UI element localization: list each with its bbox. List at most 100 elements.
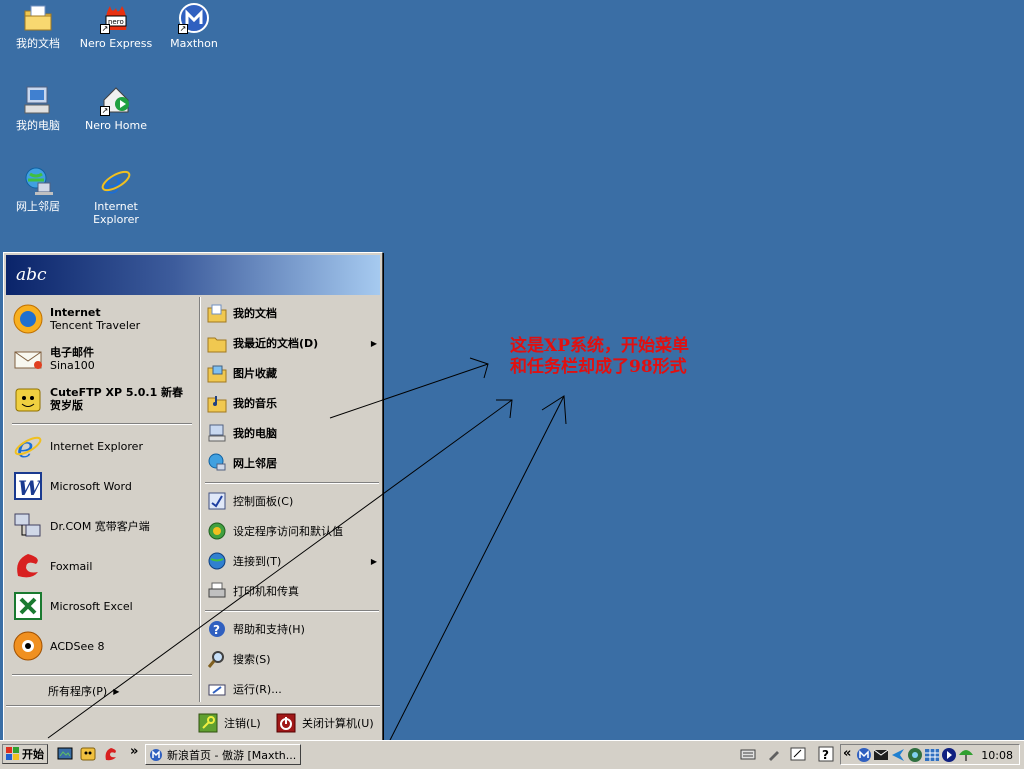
logoff-button[interactable]: 注销(L) — [198, 711, 261, 735]
svg-text:W: W — [18, 476, 43, 500]
left-separator — [12, 674, 192, 676]
desktop-icon-my-computer[interactable]: 我的电脑 — [0, 84, 76, 132]
desktop-icon-label: 我的文档 — [16, 37, 60, 50]
right-item-printers[interactable]: 打印机和传真 — [207, 579, 299, 603]
right-item-program-access[interactable]: 设定程序访问和默认值 — [207, 519, 343, 543]
right-item-network[interactable]: 网上邻居 — [207, 451, 277, 475]
start-button[interactable]: 开始 — [2, 744, 48, 764]
right-item-label: 网上邻居 — [233, 457, 277, 470]
right-separator — [205, 482, 379, 484]
folder-docs-icon — [207, 303, 227, 323]
pinned-email[interactable]: 电子邮件 Sina100 — [12, 343, 95, 375]
all-programs[interactable]: 所有程序(P) ▶ — [48, 683, 119, 699]
power-icon — [276, 713, 296, 733]
right-item-control-panel[interactable]: 控制面板(C) — [207, 489, 293, 513]
right-item-label: 控制面板(C) — [233, 495, 294, 508]
recent-program-label: Microsoft Word — [50, 479, 132, 493]
help-icon[interactable]: ? — [818, 746, 834, 762]
qq-icon[interactable] — [80, 746, 96, 762]
ie-icon: e — [12, 430, 44, 464]
foxmail-icon — [12, 550, 44, 582]
start-menu-user-name: abc — [6, 255, 380, 295]
desktop-icon-internet-explorer[interactable]: e Internet Explorer — [78, 165, 154, 226]
clock[interactable]: 10:08 — [981, 749, 1013, 762]
recent-program[interactable]: Microsoft Excel — [12, 590, 133, 622]
start-menu-left-pane: Internet Tencent Traveler 电子邮件 Sina100 Cut… — [6, 297, 196, 702]
right-item-run[interactable]: 运行(R)... — [207, 677, 282, 701]
arrow-right-icon: ▶ — [370, 556, 377, 566]
shortcut-arrow-icon: ↗ — [100, 24, 110, 34]
input-method-icon[interactable] — [790, 746, 806, 762]
right-item-label: 我的文档 — [233, 307, 277, 320]
right-item-my-pictures[interactable]: 图片收藏 — [207, 361, 277, 385]
folder-docs-icon — [22, 2, 54, 34]
shutdown-button[interactable]: 关闭计算机(U) — [276, 711, 374, 735]
right-item-label: 设定程序访问和默认值 — [233, 525, 343, 538]
arrow-right-icon: ▶ — [370, 338, 377, 348]
taskbar-task-maxthon[interactable]: 新浪首页 - 傲游 [Maxth... — [145, 744, 301, 765]
desktop-icon-network[interactable]: 网上邻居 — [0, 165, 76, 213]
folder-music-icon — [207, 393, 227, 413]
desktop-icon-nero-express[interactable]: nero ↗ Nero Express — [78, 2, 154, 50]
pinned-cuteftp[interactable]: CuteFTP XP 5.0.1 新春贺岁版 — [12, 383, 192, 415]
computer-icon — [22, 84, 54, 116]
system-tray: « 10:08 — [840, 744, 1020, 765]
right-item-label: 图片收藏 — [233, 367, 277, 380]
pinned-title: Internet — [50, 306, 101, 319]
annotation-line: 这是XP系统，开始菜单 — [510, 336, 689, 356]
recent-program[interactable]: ACDSee 8 — [12, 630, 105, 662]
maxthon-tray-icon[interactable] — [856, 747, 872, 763]
all-programs-label: 所有程序(P) — [48, 685, 108, 698]
shutdown-label: 关闭计算机(U) — [302, 717, 374, 730]
desktop-icon-label: 我的电脑 — [16, 119, 60, 132]
excel-icon — [12, 590, 44, 622]
recent-program-label: ACDSee 8 — [50, 639, 105, 653]
keyboard-icon[interactable] — [740, 746, 756, 762]
right-item-label: 连接到(T) — [233, 555, 282, 568]
pinned-internet[interactable]: Internet Tencent Traveler — [12, 303, 140, 335]
right-item-label: 搜索(S) — [233, 653, 271, 666]
recent-program[interactable]: Foxmail — [12, 550, 92, 582]
media-tray-icon[interactable] — [941, 747, 957, 763]
firewall-tray-icon[interactable] — [924, 747, 940, 763]
control-panel-icon — [207, 491, 227, 511]
left-separator — [12, 423, 192, 425]
network-tray-icon[interactable] — [907, 747, 923, 763]
mail-tray-icon[interactable] — [873, 747, 889, 763]
right-item-recent-documents[interactable]: 我最近的文档(D) ▶ — [207, 331, 381, 355]
taskbar: 开始 » 新浪首页 - 傲游 [Maxth... ? « 10:08 — [0, 740, 1024, 769]
run-icon — [207, 679, 227, 699]
right-item-search[interactable]: 搜索(S) — [207, 647, 271, 671]
desktop-icon-label: Nero Home — [85, 119, 147, 132]
tray-chevron[interactable]: « — [843, 746, 851, 761]
recent-program[interactable]: e Internet Explorer — [12, 430, 143, 464]
desktop-icon-maxthon[interactable]: ↗ Maxthon — [156, 2, 232, 50]
start-label: 开始 — [22, 748, 44, 761]
recent-program[interactable]: W Microsoft Word — [12, 470, 132, 502]
help-icon: ? — [207, 619, 227, 639]
desktop-icon-nero-home[interactable]: ↗ Nero Home — [78, 84, 154, 132]
desktop-icon-my-documents[interactable]: 我的文档 — [0, 2, 76, 50]
connect-globe-icon — [207, 551, 227, 571]
right-item-help[interactable]: ? 帮助和支持(H) — [207, 617, 305, 641]
quicklaunch-chevron[interactable]: » — [130, 744, 138, 759]
right-item-my-documents[interactable]: 我的文档 — [207, 301, 277, 325]
recent-program[interactable]: Dr.COM 宽带客户端 — [12, 510, 150, 542]
foxmail-icon[interactable] — [103, 746, 119, 762]
pen-icon[interactable] — [766, 746, 782, 762]
right-item-connect-to[interactable]: 连接到(T) ▶ — [207, 549, 381, 573]
right-item-my-computer[interactable]: 我的电脑 — [207, 421, 277, 445]
desktop-icon-label: Internet Explorer — [93, 200, 139, 226]
start-menu-right-pane: 我的文档 我最近的文档(D) ▶ 图片收藏 我的音乐 我的电脑 网上邻居 控制面… — [200, 297, 380, 702]
cuteftp-icon — [12, 383, 44, 415]
desktop-icon-label: Nero Express — [79, 37, 153, 50]
antivirus-tray-icon[interactable] — [890, 747, 906, 763]
right-item-my-music[interactable]: 我的音乐 — [207, 391, 277, 415]
ie-icon: e — [100, 165, 132, 201]
annotation-text: 这是XP系统，开始菜单 和任务栏却成了98形式 — [510, 336, 689, 378]
desktop-icon-label: 网上邻居 — [16, 200, 60, 213]
show-desktop-icon[interactable] — [57, 746, 73, 762]
umbrella-tray-icon[interactable] — [958, 747, 974, 763]
right-item-label: 我最近的文档(D) — [233, 337, 319, 350]
desktop-icon-label: Maxthon — [170, 37, 218, 50]
